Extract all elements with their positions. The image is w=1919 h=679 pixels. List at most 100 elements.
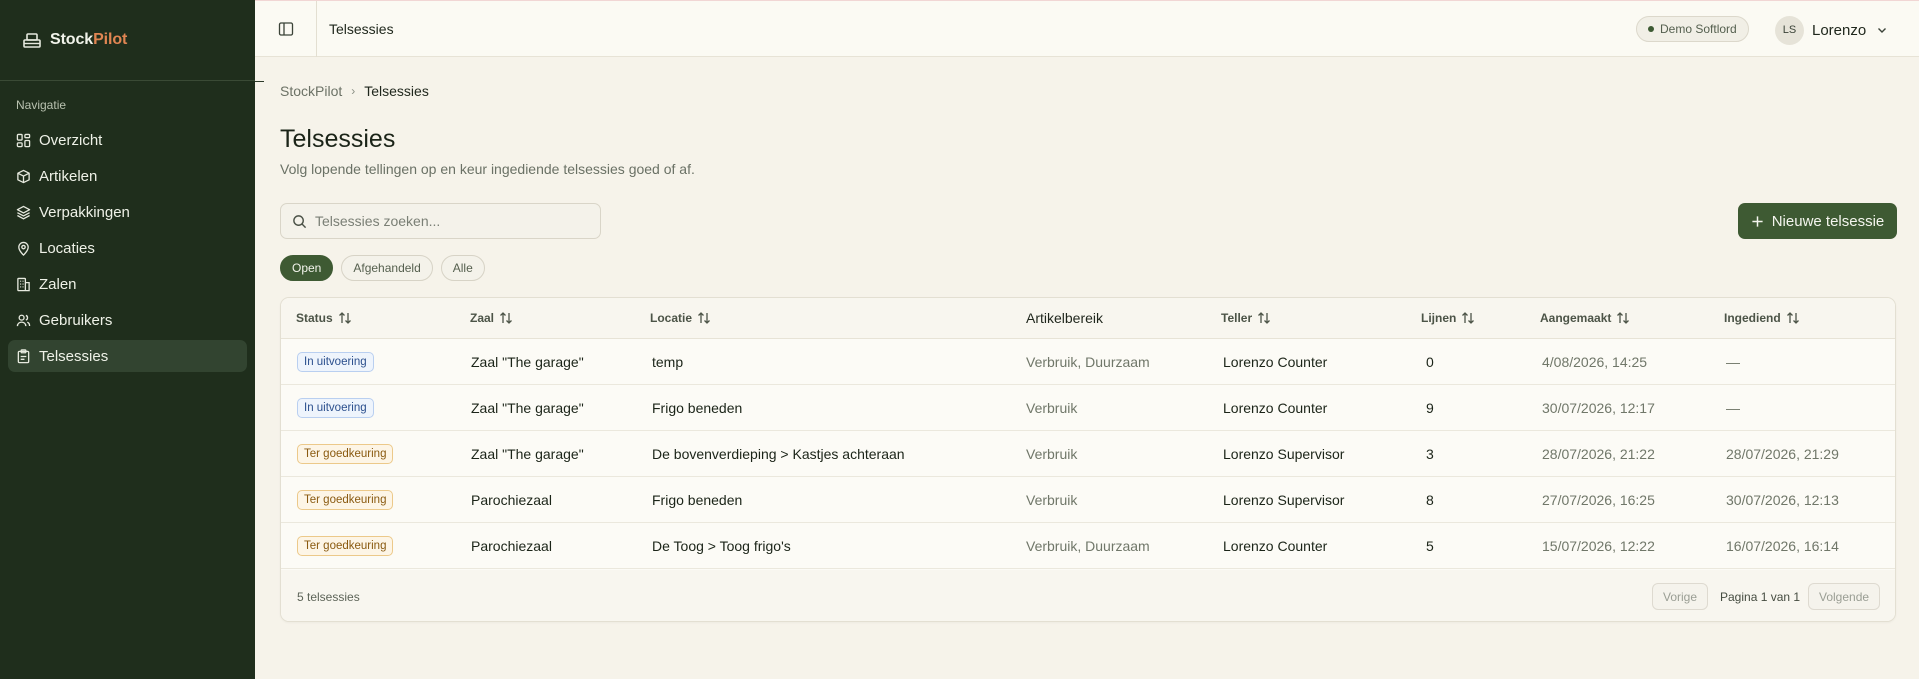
tenant-badge[interactable]: Demo Softlord (1636, 16, 1749, 42)
building-icon (17, 277, 30, 291)
chevron-right-icon: › (351, 84, 356, 98)
brand-name: StockPilot (50, 31, 127, 49)
table-row[interactable]: Ter goedkeuring Parochiezaal Frigo bened… (281, 477, 1895, 523)
layers-icon (16, 205, 31, 219)
table-row[interactable]: Ter goedkeuring Zaal "The garage" De bov… (281, 431, 1895, 477)
panel-left-icon (278, 22, 293, 36)
column-header-locatie[interactable]: Locatie (650, 311, 711, 325)
search-input[interactable] (315, 213, 595, 229)
status-badge: In uitvoering (297, 398, 374, 418)
table-row[interactable]: In uitvoering Zaal "The garage" Frigo be… (281, 385, 1895, 431)
column-header-zaal[interactable]: Zaal (470, 311, 513, 325)
cell-locatie: Frigo beneden (652, 492, 743, 508)
sidebar-item-label: Locaties (39, 239, 95, 257)
sort-icon (1462, 312, 1475, 324)
brand-name-main: Stock (50, 31, 94, 48)
cell-aangemaakt: 15/07/2026, 12:22 (1542, 538, 1655, 554)
telsessies-table: Status Zaal Locatie Artikelbereik Teller… (280, 297, 1896, 622)
cell-locatie: temp (652, 354, 684, 370)
filter-afgehandeld[interactable]: Afgehandeld (341, 255, 433, 281)
column-label: Locatie (650, 311, 693, 325)
status-badge: Ter goedkeuring (297, 490, 394, 510)
column-header-lijnen[interactable]: Lijnen (1421, 311, 1475, 325)
sidebar-item-telsessies[interactable]: Telsessies (8, 340, 247, 372)
sort-icon (500, 312, 512, 324)
nav-heading: Navigatie (16, 98, 67, 112)
avatar: LS (1775, 15, 1804, 45)
cell-lijnen: 0 (1426, 354, 1434, 370)
box-icon (17, 169, 30, 183)
topbar: Telsessies Demo Softlord LS Lorenzo (255, 0, 1919, 57)
sidebar-item-label: Artikelen (39, 167, 98, 185)
next-page-button[interactable]: Volgende (1808, 583, 1881, 610)
cell-teller: Lorenzo Supervisor (1223, 446, 1345, 462)
cell-teller: Lorenzo Counter (1223, 400, 1328, 416)
filter-alle[interactable]: Alle (440, 255, 485, 281)
sidebar-item-locaties[interactable]: Locaties (8, 232, 247, 264)
sidebar-item-verpakkingen[interactable]: Verpakkingen (8, 196, 247, 228)
topbar-title: Telsessies (329, 21, 394, 37)
cell-teller: Lorenzo Supervisor (1223, 492, 1345, 508)
sidebar-item-overzicht[interactable]: Overzicht (8, 124, 247, 156)
cell-lijnen: 5 (1426, 538, 1434, 554)
cell-lijnen: 8 (1426, 492, 1434, 508)
cell-artikelbereik: Verbruik, Duurzaam (1026, 538, 1150, 554)
column-header-ingediend[interactable]: Ingediend (1724, 311, 1800, 325)
column-header-aangemaakt[interactable]: Aangemaakt (1540, 311, 1630, 325)
cell-zaal: Parochiezaal (471, 492, 552, 508)
cell-zaal: Zaal "The garage" (471, 446, 584, 462)
status-dot-icon (1648, 26, 1654, 32)
boxes-stack-icon (23, 33, 41, 48)
sidebar: StockPilot Navigatie Overzicht Artikelen… (0, 0, 255, 679)
cell-ingediend: 16/07/2026, 16:14 (1726, 538, 1839, 554)
filter-open[interactable]: Open (280, 255, 334, 281)
column-label: Zaal (470, 311, 495, 325)
search-icon (293, 214, 307, 228)
breadcrumb-current: Telsessies (364, 83, 429, 99)
nav-list: Overzicht Artikelen Verpakkingen Locatie… (0, 124, 255, 372)
status-badge: In uitvoering (297, 352, 374, 372)
cell-aangemaakt: 4/08/2026, 14:25 (1542, 354, 1648, 370)
cell-ingediend: — (1726, 400, 1740, 416)
new-telsessie-label: Nieuwe telsessie (1771, 212, 1885, 230)
cell-artikelbereik: Verbruik, Duurzaam (1026, 354, 1150, 370)
column-label: Status (296, 311, 333, 325)
column-label: Teller (1221, 311, 1253, 325)
new-telsessie-button[interactable]: Nieuwe telsessie (1738, 203, 1897, 239)
sidebar-item-zalen[interactable]: Zalen (8, 268, 247, 300)
cell-zaal: Parochiezaal (471, 538, 552, 554)
column-header-artikelbereik: Artikelbereik (1026, 310, 1104, 326)
page-indicator: Pagina 1 van 1 (1720, 590, 1801, 604)
column-header-status[interactable]: Status (296, 311, 352, 325)
row-count: 5 telsessies (297, 590, 360, 604)
cell-locatie: De bovenverdieping > Kastjes achteraan (652, 446, 905, 462)
brand[interactable]: StockPilot (0, 0, 255, 81)
sort-icon (1617, 312, 1630, 324)
sidebar-item-gebruikers[interactable]: Gebruikers (8, 304, 247, 336)
cell-ingediend: 30/07/2026, 12:13 (1726, 492, 1839, 508)
table-row[interactable]: In uitvoering Zaal "The garage" temp Ver… (281, 339, 1895, 385)
sidebar-item-label: Telsessies (39, 347, 109, 365)
layout-grid-icon (16, 133, 31, 147)
search-box (280, 203, 601, 239)
table-row[interactable]: Ter goedkeuring Parochiezaal De Toog > T… (281, 523, 1895, 569)
previous-page-button[interactable]: Vorige (1652, 583, 1709, 610)
user-menu[interactable]: LS Lorenzo (1775, 15, 1888, 45)
cell-locatie: De Toog > Toog frigo's (652, 538, 791, 554)
cell-artikelbereik: Verbruik (1026, 492, 1078, 508)
page-title: Telsessies (280, 125, 396, 153)
table-header: Status Zaal Locatie Artikelbereik Teller… (281, 298, 1895, 339)
filter-chips: Open Afgehandeld Alle (280, 255, 493, 281)
column-label: Aangemaakt (1540, 311, 1612, 325)
column-header-teller[interactable]: Teller (1221, 311, 1271, 325)
users-icon (16, 314, 31, 326)
cell-aangemaakt: 27/07/2026, 16:25 (1542, 492, 1655, 508)
sidebar-toggle-button[interactable] (255, 1, 317, 57)
sidebar-item-artikelen[interactable]: Artikelen (8, 160, 247, 192)
map-pin-icon (18, 241, 29, 256)
breadcrumb-root-link[interactable]: StockPilot (280, 83, 342, 99)
cell-aangemaakt: 28/07/2026, 21:22 (1542, 446, 1655, 462)
cell-teller: Lorenzo Counter (1223, 538, 1328, 554)
cell-lijnen: 3 (1426, 446, 1434, 462)
cell-zaal: Zaal "The garage" (471, 354, 584, 370)
